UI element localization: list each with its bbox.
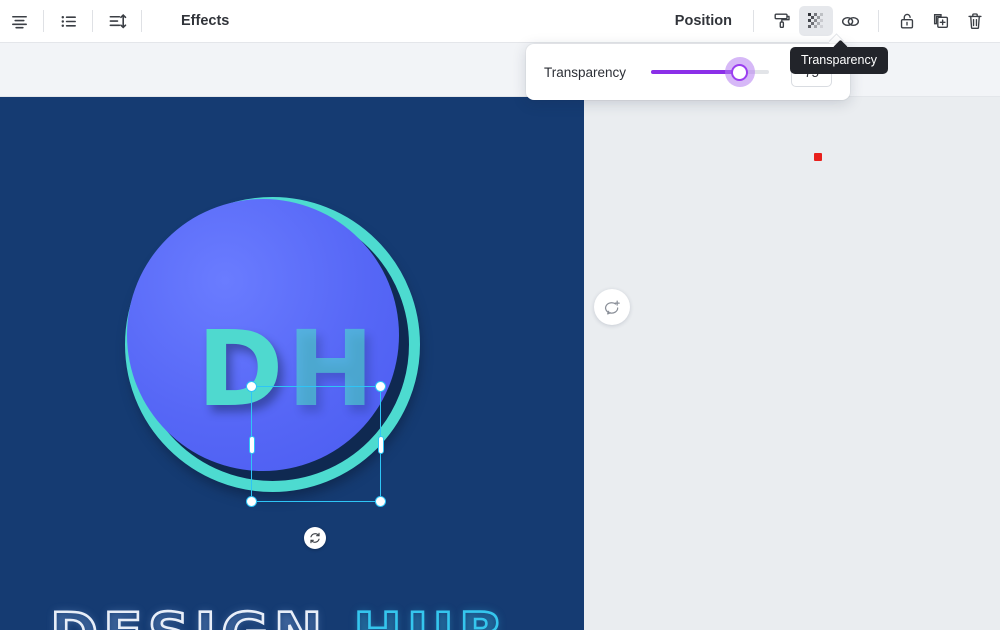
line-spacing-icon[interactable]: [100, 6, 134, 36]
transparency-slider[interactable]: [651, 57, 770, 87]
toolbar-divider: [753, 10, 754, 32]
wordmark[interactable]: DESIGN HUB: [49, 604, 508, 630]
transparency-label: Transparency: [544, 64, 627, 80]
bullet-list-icon[interactable]: [51, 6, 85, 36]
toolbar-right-group: Position: [665, 0, 1000, 42]
cursor-indicator: [814, 153, 822, 161]
effects-button[interactable]: Effects: [171, 13, 239, 29]
selection-box[interactable]: [246, 381, 386, 507]
wordmark-design-text[interactable]: DESIGN: [49, 604, 327, 630]
transparency-icon[interactable]: [799, 6, 833, 36]
selection-handle-bottom-left[interactable]: [246, 496, 257, 507]
slider-thumb[interactable]: [724, 57, 755, 87]
toolbar-divider: [92, 10, 93, 32]
trash-icon[interactable]: [958, 6, 992, 36]
add-comment-icon[interactable]: [594, 289, 630, 325]
paint-roller-icon[interactable]: [765, 6, 799, 36]
wordmark-hub-text[interactable]: HUB: [352, 604, 508, 630]
unlock-icon[interactable]: [890, 6, 924, 36]
top-toolbar: Effects Position: [0, 0, 1000, 43]
toolbar-divider: [43, 10, 44, 32]
rotate-handle-icon[interactable]: [304, 527, 326, 549]
app-root: Effects Position D H Transparency Transp…: [0, 0, 1000, 630]
design-canvas[interactable]: D H DESIGN HUB: [0, 97, 584, 630]
align-center-icon[interactable]: [2, 6, 36, 36]
toolbar-divider: [141, 10, 142, 32]
selection-handle-bottom-right[interactable]: [375, 496, 386, 507]
selection-handle-top-left[interactable]: [246, 381, 257, 392]
selection-handle-middle-right[interactable]: [377, 436, 384, 454]
tooltip: Transparency: [790, 47, 888, 74]
duplicate-icon[interactable]: [924, 6, 958, 36]
toolbar-divider: [878, 10, 879, 32]
selection-handle-top-right[interactable]: [375, 381, 386, 392]
toolbar-left-group: Effects: [0, 0, 239, 42]
link-icon[interactable]: [833, 6, 867, 36]
position-button[interactable]: Position: [665, 13, 742, 29]
selection-handle-middle-left[interactable]: [248, 436, 255, 454]
workspace[interactable]: D H DESIGN HUB: [0, 97, 1000, 630]
